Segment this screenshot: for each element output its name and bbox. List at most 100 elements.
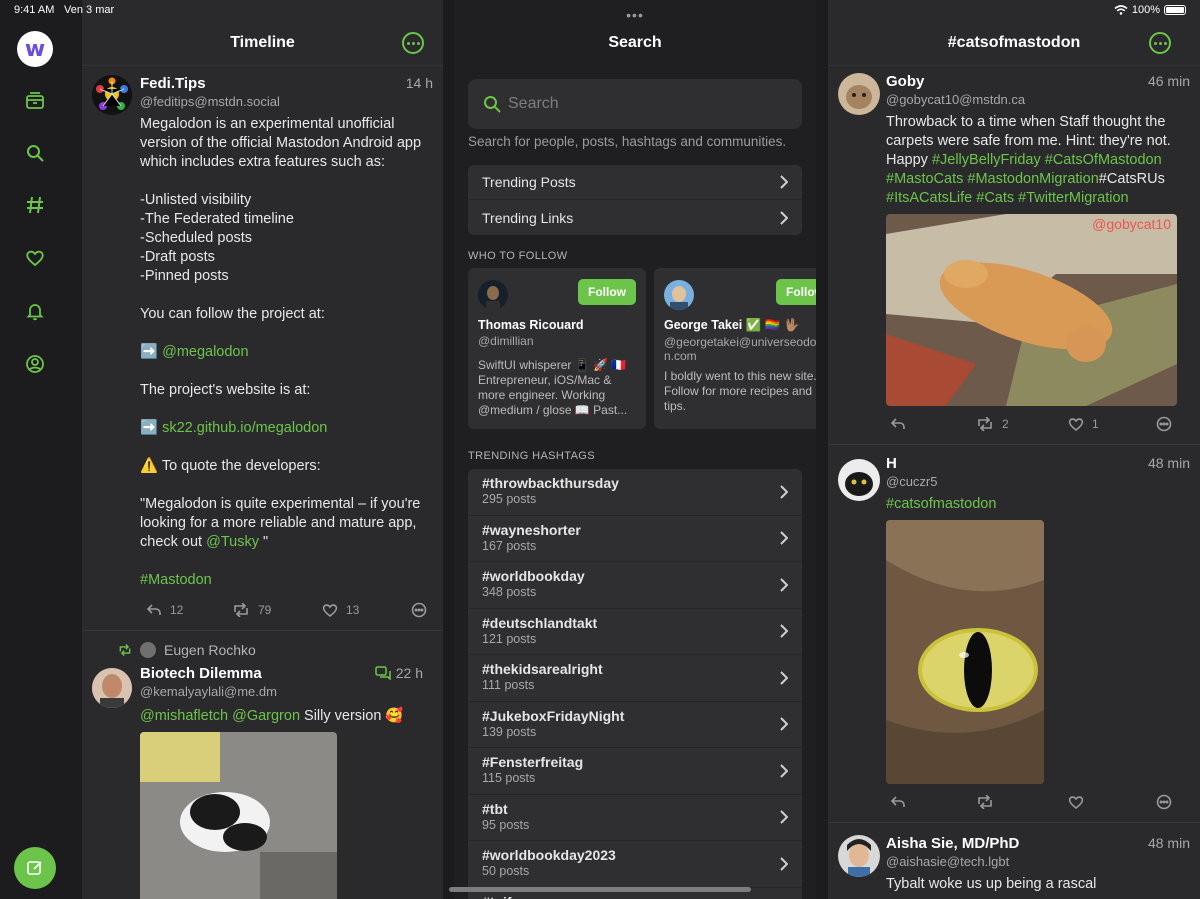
boost-button[interactable]: 79 xyxy=(232,603,322,617)
website-link[interactable]: sk22.github.io/megalodon xyxy=(162,420,327,436)
hashtag-more-button[interactable] xyxy=(1149,32,1171,54)
hashtag-row[interactable]: #Fensterfreitag 115 posts xyxy=(468,748,802,795)
heart-icon xyxy=(1068,418,1084,431)
mention-link[interactable]: @mishafletch xyxy=(140,708,228,724)
search-field[interactable] xyxy=(468,79,802,129)
post-author-name[interactable]: H xyxy=(886,455,1190,473)
bell-icon[interactable] xyxy=(23,299,47,323)
avatar[interactable] xyxy=(838,73,880,115)
chevron-right-icon xyxy=(780,810,788,824)
hashtag-row[interactable]: #tbt 95 posts xyxy=(468,795,802,841)
hashtag-link[interactable]: #catsofmastodon xyxy=(886,496,996,512)
trending-links-row[interactable]: Trending Links xyxy=(468,200,802,235)
chevron-right-icon xyxy=(780,175,788,189)
avatar[interactable] xyxy=(478,280,508,310)
chevron-right-icon xyxy=(780,210,788,225)
image-watermark: @gobycat10 xyxy=(1092,216,1171,232)
follow-card[interactable]: Follow Thomas Ricouard @dimillian SwiftU… xyxy=(468,268,646,429)
hashtag-links[interactable]: #ItsACatsLife #Cats #TwitterMigration xyxy=(886,190,1129,206)
post-author-name[interactable]: Aisha Sie, MD/PhD xyxy=(886,835,1190,853)
post-author-handle: @aishasie@tech.lgbt xyxy=(886,854,1010,869)
timeline-post[interactable]: 14 h Fedi.Tips @feditips@mstdn.social Me… xyxy=(82,75,443,631)
boost-button[interactable] xyxy=(976,795,1068,809)
hashtag-row[interactable]: #thekidsarealright 111 posts xyxy=(468,655,802,702)
hashtag-row[interactable]: #JukeboxFridayNight 139 posts xyxy=(468,702,802,748)
more-button[interactable] xyxy=(1156,794,1172,810)
hashtag-row[interactable]: #throwbackthursday 295 posts xyxy=(468,469,802,516)
like-button[interactable]: 13 xyxy=(322,603,411,617)
timeline-more-button[interactable] xyxy=(402,32,424,54)
hashtag-row[interactable]: #worldbookday2023 50 posts xyxy=(468,841,802,888)
more-icon xyxy=(1156,794,1172,810)
battery-percent: 100% xyxy=(1131,4,1160,16)
app-logo[interactable]: w xyxy=(17,31,53,67)
status-date: Ven 3 mar xyxy=(64,4,115,16)
like-button[interactable]: 1 xyxy=(1068,417,1156,431)
search-hint: Search for people, posts, hashtags and c… xyxy=(468,134,787,149)
post-author-handle: @kemalyaylali@me.dm xyxy=(140,684,277,699)
boost-button[interactable]: 2 xyxy=(976,417,1068,431)
follow-button[interactable]: Follow xyxy=(578,279,636,305)
avatar[interactable] xyxy=(838,835,880,877)
search-icon[interactable] xyxy=(23,141,47,165)
hashtag-row[interactable]: #worldbookday 348 posts xyxy=(468,562,802,609)
hashtag-row[interactable]: #wayneshorter 167 posts xyxy=(468,516,802,562)
hashtag-icon[interactable] xyxy=(23,193,47,217)
more-icon xyxy=(411,602,427,618)
home-indicator[interactable] xyxy=(449,887,751,892)
chevron-right-icon xyxy=(780,531,788,545)
search-icon xyxy=(484,96,501,113)
mention-link[interactable]: @megalodon xyxy=(162,344,248,360)
hashtag-post[interactable]: 48 min H @cuczr5 #catsofmastodon xyxy=(828,455,1200,823)
hashtag-post[interactable]: 48 min Aisha Sie, MD/PhD @aishasie@tech.… xyxy=(828,835,1200,894)
follow-card[interactable]: Follow George Takei ✅ 🏳️‍🌈 🖖🏽 @georgetak… xyxy=(654,268,816,429)
trending-hashtags-list: #throwbackthursday 295 posts #wayneshorte… xyxy=(468,469,802,899)
boost-icon xyxy=(978,795,992,809)
hashtag-post[interactable]: 46 min Goby @gobycat10@mstdn.ca Throwbac… xyxy=(828,73,1200,445)
chevron-right-icon xyxy=(780,578,788,592)
mention-link[interactable]: @Tusky xyxy=(206,534,259,550)
post-body: Tybalt woke us up being a rascal xyxy=(886,876,1097,892)
search-input[interactable] xyxy=(508,91,788,117)
post-body: Throwback to a time when Staff thought t… xyxy=(886,114,1171,206)
feed-icon[interactable] xyxy=(23,89,47,113)
more-button[interactable] xyxy=(1156,416,1172,432)
follow-handle: @dimillian xyxy=(478,334,534,348)
post-actions xyxy=(886,792,1190,812)
conversation-icon xyxy=(375,666,391,680)
avatar[interactable] xyxy=(92,75,132,115)
post-author-name[interactable]: Goby xyxy=(886,73,1190,91)
chevron-right-icon xyxy=(780,485,788,499)
follow-handle: @georgetakei@universeodon.com xyxy=(664,335,816,363)
post-author-name[interactable]: Fedi.Tips xyxy=(140,75,433,93)
post-image[interactable]: @gobycat10 xyxy=(886,214,1177,406)
follow-button[interactable]: Follow xyxy=(776,279,816,305)
mention-link[interactable]: @Gargron xyxy=(232,708,300,724)
avatar[interactable] xyxy=(664,280,694,310)
navigation-rail: w xyxy=(0,0,70,899)
hashtag-column: #catsofmastodon 46 min Goby @gobycat10@m… xyxy=(828,0,1200,899)
status-bar: 9:41 AM Ven 3 mar 100% xyxy=(0,0,1200,20)
trending-hashtags-label: TRENDING HASHTAGS xyxy=(468,450,595,462)
post-author-handle: @cuczr5 xyxy=(886,474,938,489)
reply-button[interactable] xyxy=(890,795,976,809)
reply-icon xyxy=(890,418,905,429)
heart-icon[interactable] xyxy=(23,246,47,270)
avatar[interactable] xyxy=(92,668,132,708)
more-button[interactable] xyxy=(411,602,427,618)
trending-posts-row[interactable]: Trending Posts xyxy=(468,165,802,200)
reply-button[interactable]: 12 xyxy=(146,603,232,617)
hashtag-link[interactable]: #Mastodon xyxy=(140,572,212,588)
chevron-right-icon xyxy=(780,717,788,731)
arrow-emoji: ➡️ xyxy=(140,344,159,360)
post-image[interactable] xyxy=(140,732,337,899)
compose-button[interactable] xyxy=(14,847,56,889)
post-image[interactable] xyxy=(886,520,1044,784)
chevron-right-icon xyxy=(780,671,788,685)
reply-button[interactable] xyxy=(890,417,976,431)
avatar[interactable] xyxy=(838,459,880,501)
hashtag-row[interactable]: #deutschlandtakt 121 posts xyxy=(468,609,802,655)
timeline-post[interactable]: Eugen Rochko 22 h Biotech Dilemma @kemal… xyxy=(82,642,443,899)
profile-icon[interactable] xyxy=(23,352,47,376)
like-button[interactable] xyxy=(1068,795,1156,809)
